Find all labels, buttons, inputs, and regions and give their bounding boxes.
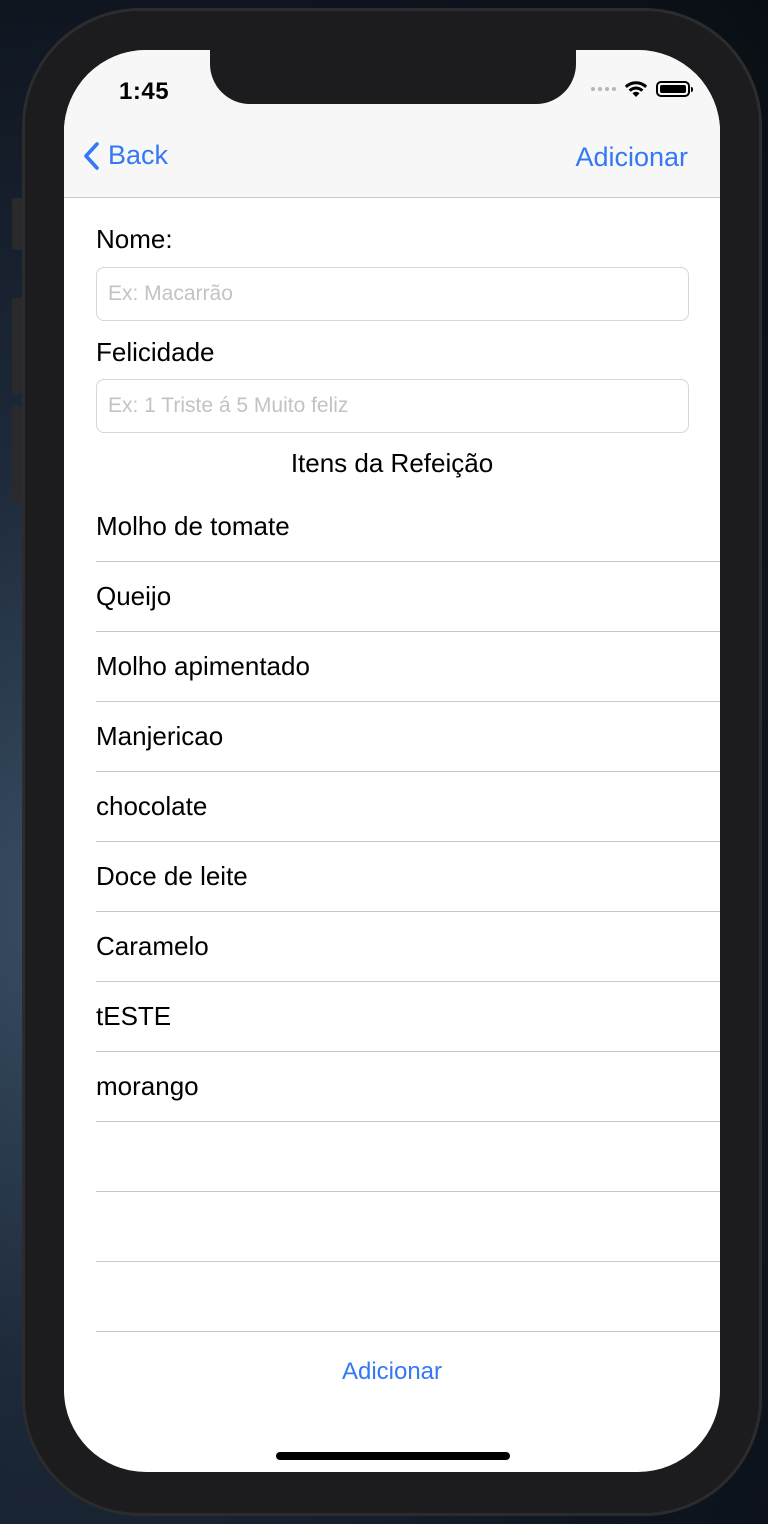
navigation-bar: Back Adicionar — [64, 104, 720, 198]
wifi-icon — [624, 81, 648, 97]
phone-screen: 1:45 Back Adicionar Nome: Felicidade — [64, 50, 720, 1472]
status-time: 1:45 — [119, 78, 170, 105]
list-item[interactable]: Queijo — [96, 562, 720, 632]
chevron-left-icon — [84, 141, 99, 170]
list-item[interactable]: Molho de tomate — [96, 492, 720, 562]
list-item[interactable]: Doce de leite — [96, 842, 720, 912]
meal-items-title: Itens da Refeição — [290, 448, 494, 478]
meal-items-list[interactable]: Molho de tomate Queijo Molho apimentado … — [64, 492, 720, 1332]
nav-add-button[interactable]: Adicionar — [575, 142, 688, 173]
happiness-label: Felicidade — [96, 337, 215, 367]
battery-icon — [656, 81, 693, 97]
happiness-input[interactable] — [96, 379, 689, 433]
list-item[interactable]: Molho apimentado — [96, 632, 720, 702]
list-item[interactable]: morango — [96, 1052, 720, 1122]
home-indicator[interactable] — [276, 1452, 510, 1460]
list-item[interactable]: Manjericao — [96, 702, 720, 772]
name-label: Nome: — [96, 224, 173, 254]
empty-list-row — [96, 1192, 720, 1262]
list-item[interactable]: chocolate — [96, 772, 720, 842]
list-item[interactable]: tESTE — [96, 982, 720, 1052]
signal-dots-icon — [591, 87, 616, 91]
status-icons — [591, 80, 693, 98]
empty-list-row — [96, 1262, 720, 1332]
device-notch — [210, 50, 576, 104]
add-item-button[interactable]: Adicionar — [64, 1358, 720, 1386]
back-button[interactable]: Back — [82, 140, 168, 171]
back-button-label: Back — [108, 140, 169, 170]
empty-list-row — [96, 1122, 720, 1192]
name-input[interactable] — [96, 267, 689, 321]
list-item[interactable]: Caramelo — [96, 912, 720, 982]
